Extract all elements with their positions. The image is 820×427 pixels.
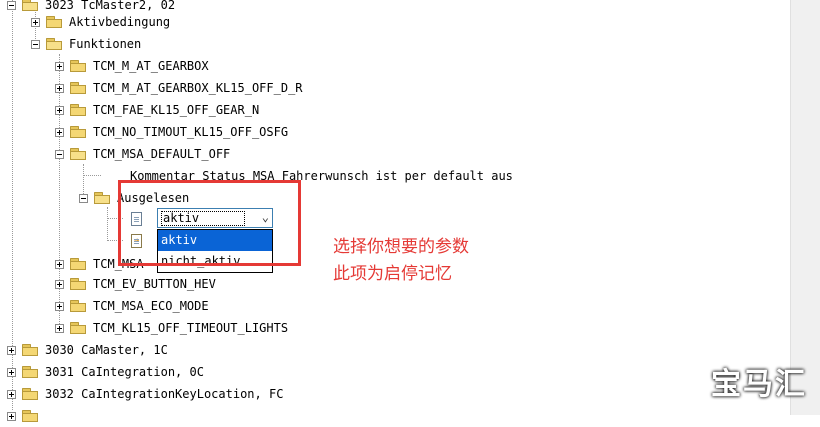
tree-node-label: TCM_M_AT_GEARBOX_KL15_OFF_D_R [93,81,303,95]
expand-icon[interactable] [55,279,64,289]
tree-node-funktionen[interactable]: Funktionen [31,33,141,55]
folder-icon [70,322,87,334]
tree-node-label: TCM_MSA_ECO_MODE [93,299,209,313]
tree-node-label: TCM_MSA_DEFAULT_OFF [93,147,231,161]
expand-icon[interactable] [31,17,40,27]
folder-open-icon [94,192,111,204]
folder-icon [22,344,39,356]
annotation-line-1: 选择你想要的参数 [333,237,469,257]
tree-node-3030[interactable]: 3030 CaMaster, 1C [7,339,168,361]
folder-icon [70,126,87,138]
tree-node-label: 3030 CaMaster, 1C [45,343,168,357]
folder-icon [22,410,39,422]
tree-node-tcm-m-at-gearbox[interactable]: TCM_M_AT_GEARBOX [55,55,209,77]
vertical-scrollbar[interactable] [790,0,820,415]
folder-open-icon [70,148,87,160]
expand-icon[interactable] [55,259,64,269]
expand-icon[interactable] [7,367,16,377]
expand-icon[interactable] [55,301,64,311]
tree-node-3031[interactable]: 3031 CaIntegration, 0C [7,361,204,383]
tree-node-label: TCM_KL15_OFF_TIMEOUT_LIGHTS [93,321,289,335]
tree-node-label: Funktionen [69,37,142,51]
folder-icon [70,278,87,290]
tree-node-label: 3031 CaIntegration, 0C [45,365,204,379]
tree-node-tcm-fae[interactable]: TCM_FAE_KL15_OFF_GEAR_N [55,99,259,121]
expand-icon[interactable] [55,127,64,137]
tree-node-3032[interactable]: 3032 CaIntegrationKeyLocation, FC [7,383,283,405]
folder-icon [22,388,39,400]
expand-icon[interactable] [7,389,16,399]
folder-open-icon [46,38,63,50]
tree-node-label: Aktivbedingung [69,15,171,29]
annotation-line-2: 此项为启停记忆 [333,264,452,284]
tree-node-tcm-msa-default-off[interactable]: TCM_MSA_DEFAULT_OFF [55,143,230,165]
folder-icon [70,300,87,312]
watermark-logo: 宝马汇 [711,367,807,402]
tree-node-label: TCM_M_AT_GEARBOX [93,59,209,73]
collapse-icon[interactable] [31,39,40,49]
folder-icon [70,82,87,94]
folder-icon [70,104,87,116]
tree-node-tcm-m-at-gearbox-kl15[interactable]: TCM_M_AT_GEARBOX_KL15_OFF_D_R [55,77,303,99]
expand-icon[interactable] [55,323,64,333]
tree-node-label: TCM_FAE_KL15_OFF_GEAR_N [93,103,260,117]
tree-node-aktivbedingung[interactable]: Aktivbedingung [31,11,170,33]
folder-icon [70,60,87,72]
tree-node-label: TCM_NO_TIMOUT_KL15_OFF_OSFG [93,125,289,139]
collapse-icon[interactable] [55,149,64,159]
expand-icon[interactable] [7,411,16,421]
expand-icon[interactable] [55,83,64,93]
folder-icon [22,366,39,378]
expand-icon[interactable] [55,61,64,71]
tree-node-tcm-kl15-timeout[interactable]: TCM_KL15_OFF_TIMEOUT_LIGHTS [55,317,288,339]
folder-icon [70,258,87,270]
tree-node-tcm-msa-eco[interactable]: TCM_MSA_ECO_MODE [55,295,209,317]
collapse-icon[interactable] [79,193,88,203]
folder-open-icon [22,0,39,11]
tree-node-tcm-no-timout[interactable]: TCM_NO_TIMOUT_KL15_OFF_OSFG [55,121,288,143]
highlight-box [118,180,301,266]
folder-icon [46,16,63,28]
tree-node-partial[interactable] [7,405,45,427]
expand-icon[interactable] [7,345,16,355]
tree-node-label: TCM_EV_BUTTON_HEV [93,277,216,291]
tree-node-label: 3032 CaIntegrationKeyLocation, FC [45,387,284,401]
expand-icon[interactable] [55,105,64,115]
tree-node-tcm-ev-button[interactable]: TCM_EV_BUTTON_HEV [55,273,216,295]
collapse-icon[interactable] [7,0,16,10]
